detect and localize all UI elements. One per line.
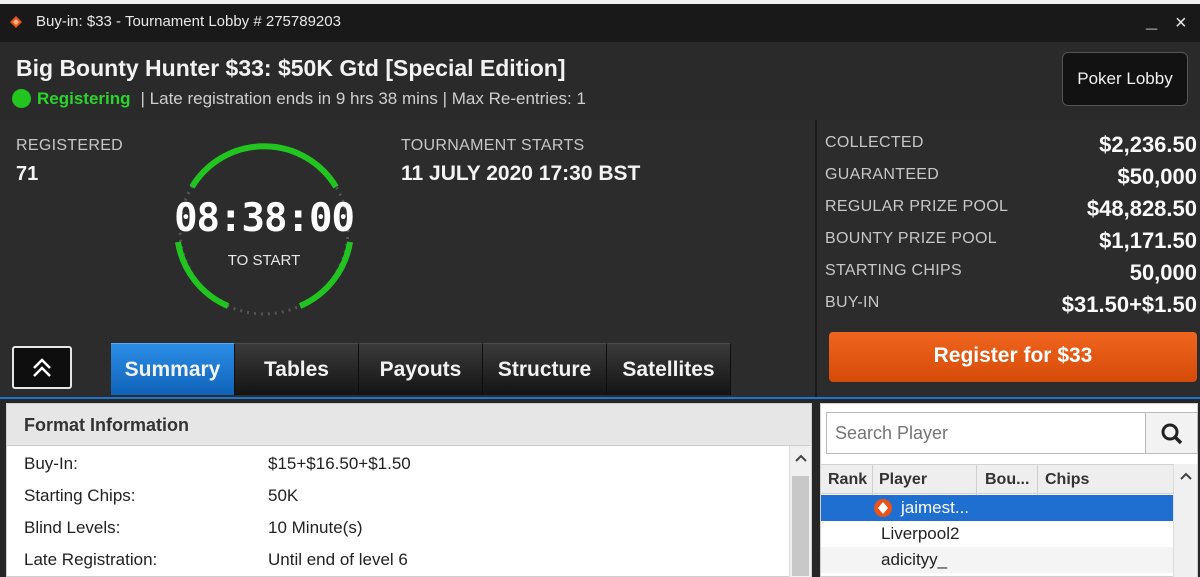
stat-value: $31.50+$1.50 bbox=[1061, 292, 1197, 317]
window-title: Buy-in: $33 - Tournament Lobby # 2757892… bbox=[36, 13, 341, 30]
column-player[interactable]: Player bbox=[879, 471, 927, 489]
tab-payouts[interactable]: Payouts bbox=[359, 343, 483, 395]
status-row: Registering | Late registration ends in 9… bbox=[12, 89, 586, 109]
column-chips[interactable]: Chips bbox=[1045, 471, 1089, 489]
stat-value: $2,236.50 bbox=[1099, 132, 1197, 157]
tab-underline bbox=[0, 397, 1200, 399]
register-button[interactable]: Register for $33 bbox=[829, 332, 1197, 382]
timer-caption: TO START bbox=[227, 252, 301, 269]
stat-label: REGULAR PRIZE POOL bbox=[825, 198, 1009, 215]
format-header: Format Information bbox=[7, 404, 811, 446]
close-button[interactable]: × bbox=[1175, 12, 1187, 35]
player-name: Liverpool2 bbox=[881, 524, 960, 543]
format-value: 10 Minute(s) bbox=[268, 518, 363, 537]
stat-label: BUY-IN bbox=[825, 294, 880, 311]
collapse-button[interactable] bbox=[12, 346, 72, 389]
player-row[interactable]: adicityy_ bbox=[821, 547, 1173, 573]
format-title: Format Information bbox=[24, 415, 189, 435]
scroll-up-icon[interactable] bbox=[1180, 472, 1192, 480]
tournament-starts-value: 11 JULY 2020 17:30 BST bbox=[401, 162, 641, 185]
tournament-lobby-window: Buy-in: $33 - Tournament Lobby # 2757892… bbox=[0, 0, 1200, 577]
poker-lobby-button[interactable]: Poker Lobby bbox=[1062, 52, 1188, 106]
tab-satellites[interactable]: Satellites bbox=[607, 343, 731, 395]
column-separator bbox=[872, 465, 873, 495]
prize-stats: COLLECTED $2,236.50 GUARANTEED $50,000 R… bbox=[825, 130, 1197, 322]
column-separator bbox=[976, 465, 977, 495]
stat-buy-in: BUY-IN $31.50+$1.50 bbox=[825, 290, 1197, 322]
search-player-field[interactable] bbox=[826, 412, 1146, 454]
max-reentries-text: | Max Re-entries: 1 bbox=[442, 89, 586, 108]
stat-value: 50,000 bbox=[1129, 260, 1197, 285]
stat-guaranteed: GUARANTEED $50,000 bbox=[825, 162, 1197, 194]
format-information-panel: Format Information Buy-In: $15+$16.50+$1… bbox=[6, 403, 812, 577]
format-key: Blind Levels: bbox=[24, 518, 121, 537]
panel-divider bbox=[815, 120, 817, 398]
player-badge-icon bbox=[874, 499, 892, 517]
format-value: Until end of level 6 bbox=[268, 550, 408, 569]
tournament-name: Big Bounty Hunter $33: $50K Gtd [Special… bbox=[16, 55, 566, 81]
player-name: adicityy_ bbox=[881, 550, 948, 569]
stat-label: GUARANTEED bbox=[825, 166, 940, 183]
stat-regular-prize-pool: REGULAR PRIZE POOL $48,828.50 bbox=[825, 194, 1197, 226]
tab-structure[interactable]: Structure bbox=[483, 343, 607, 395]
player-list-panel: Rank Player Bou... Chips jaimest... Live… bbox=[820, 403, 1198, 577]
diamond-logo-icon bbox=[10, 16, 22, 28]
countdown-timer: 08:38:00 bbox=[174, 196, 355, 241]
title-bar: Buy-in: $33 - Tournament Lobby # 2757892… bbox=[0, 4, 1200, 42]
lobby-tabs: Summary Tables Payouts Structure Satelli… bbox=[111, 343, 731, 395]
minimize-button[interactable]: _ bbox=[1146, 10, 1157, 33]
search-player-input[interactable] bbox=[835, 419, 1135, 447]
stat-label: BOUNTY PRIZE POOL bbox=[825, 230, 997, 247]
stat-starting-chips: STARTING CHIPS 50,000 bbox=[825, 258, 1197, 290]
player-row[interactable]: jaimest... bbox=[821, 495, 1173, 521]
registered-value: 71 bbox=[16, 163, 39, 185]
tab-summary[interactable]: Summary bbox=[111, 343, 235, 395]
tab-tables[interactable]: Tables bbox=[235, 343, 359, 395]
column-separator bbox=[1037, 465, 1038, 495]
format-value: $15+$16.50+$1.50 bbox=[268, 454, 411, 473]
stat-value: $1,171.50 bbox=[1099, 228, 1197, 253]
stat-value: $50,000 bbox=[1117, 164, 1197, 189]
format-key: Late Registration: bbox=[24, 550, 158, 569]
search-button[interactable] bbox=[1145, 412, 1198, 454]
stat-bounty-prize-pool: BOUNTY PRIZE POOL $1,171.50 bbox=[825, 226, 1197, 258]
summary-info-panel: REGISTERED 71 08:38:00 TO START TOURNAME… bbox=[0, 120, 1200, 398]
stat-label: STARTING CHIPS bbox=[825, 262, 962, 279]
stat-value: $48,828.50 bbox=[1086, 196, 1197, 221]
format-value: 50K bbox=[268, 486, 299, 505]
player-table-header: Rank Player Bou... Chips bbox=[821, 464, 1197, 495]
format-scrollbar[interactable] bbox=[789, 446, 811, 577]
player-row[interactable]: Liverpool2 bbox=[821, 521, 1173, 547]
scrollbar-thumb[interactable] bbox=[792, 476, 809, 576]
stat-collected: COLLECTED $2,236.50 bbox=[825, 130, 1197, 162]
tournament-starts-label: TOURNAMENT STARTS bbox=[401, 137, 585, 154]
column-bounty[interactable]: Bou... bbox=[985, 471, 1029, 489]
tournament-header: Big Bounty Hunter $33: $50K Gtd [Special… bbox=[0, 42, 1200, 120]
player-name: jaimest... bbox=[901, 498, 970, 517]
format-key: Buy-In: bbox=[24, 454, 78, 473]
format-key: Starting Chips: bbox=[24, 486, 136, 505]
double-chevron-up-icon bbox=[33, 358, 51, 377]
magnifier-icon bbox=[1161, 423, 1183, 445]
scroll-up-icon[interactable] bbox=[795, 454, 807, 462]
late-registration-text: | Late registration ends in 9 hrs 38 min… bbox=[140, 89, 438, 108]
stat-label: COLLECTED bbox=[825, 134, 924, 151]
status-dot-icon bbox=[12, 89, 31, 108]
status-text: Registering bbox=[37, 89, 131, 108]
column-rank[interactable]: Rank bbox=[828, 471, 867, 489]
registered-label: REGISTERED bbox=[16, 137, 124, 154]
player-list-scrollbar[interactable] bbox=[1173, 464, 1197, 577]
